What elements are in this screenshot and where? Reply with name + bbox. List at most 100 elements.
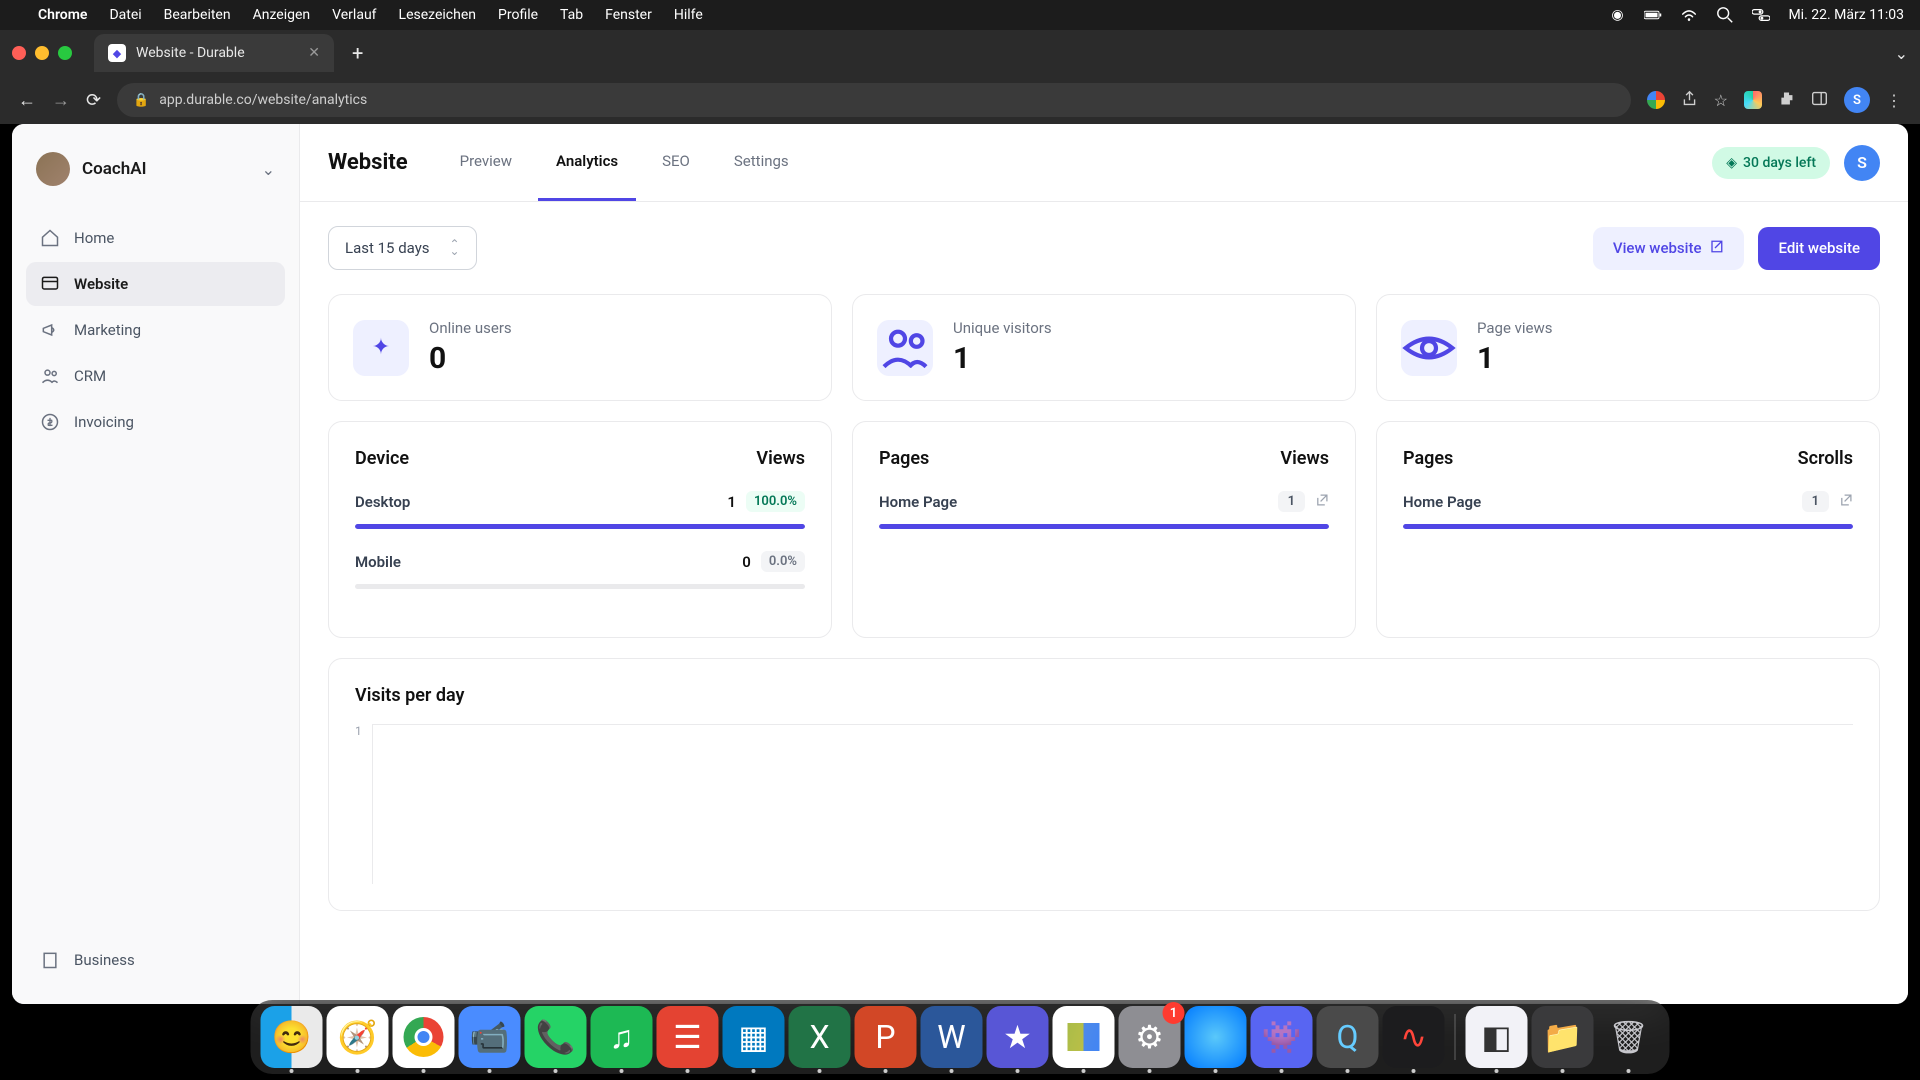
browser-menu-icon[interactable]: ⋮ [1886,91,1902,110]
record-icon[interactable]: ◉ [1608,6,1626,24]
dock-chrome[interactable] [393,1006,455,1068]
new-tab-button[interactable]: + [344,37,371,69]
dock-app-white[interactable]: ◧ [1466,1006,1528,1068]
address-bar[interactable]: 🔒 app.durable.co/website/analytics [117,83,1631,117]
dock-word[interactable]: W [921,1006,983,1068]
kpi-unique-visitors: Unique visitors 1 [852,294,1356,401]
sidebar-item-label: CRM [74,367,106,385]
extensions-icon[interactable] [1778,90,1795,111]
external-link-icon[interactable] [1315,493,1329,511]
menu-profile[interactable]: Profile [498,7,538,23]
date-range-label: Last 15 days [345,239,430,257]
dock-discord[interactable]: 👾 [1251,1006,1313,1068]
sidebar-item-label: Home [74,229,114,247]
maximize-window-button[interactable] [58,46,72,60]
kpi-value: 1 [1477,341,1553,376]
dock-spotify[interactable]: ♫ [591,1006,653,1068]
menu-datei[interactable]: Datei [109,7,141,23]
dock-trash[interactable]: 🗑 [1598,1006,1660,1068]
main-content: Website Preview Analytics SEO Settings ◈… [300,124,1908,1004]
reload-button[interactable]: ⟳ [86,90,101,111]
trial-badge[interactable]: ◈ 30 days left [1712,147,1830,179]
workspace-switcher[interactable]: CoachAI ⌄ [26,144,285,194]
external-link-icon[interactable] [1839,493,1853,511]
sidebar-item-business[interactable]: Business [26,938,285,982]
control-center-icon[interactable] [1752,6,1770,24]
lock-icon: 🔒 [133,93,149,108]
dock-todoist[interactable]: ☰ [657,1006,719,1068]
dock-safari[interactable]: 🧭 [327,1006,389,1068]
menu-lesezeichen[interactable]: Lesezeichen [399,7,476,23]
sidebar-item-website[interactable]: Website [26,262,285,306]
dock-imovie[interactable]: ★ [987,1006,1049,1068]
menu-bearbeiten[interactable]: Bearbeiten [164,7,231,23]
view-website-button[interactable]: View website [1593,227,1745,270]
battery-icon[interactable] [1644,6,1662,24]
google-icon[interactable] [1647,91,1665,109]
dock-voice-memos[interactable]: ∿ [1383,1006,1445,1068]
tab-preview[interactable]: Preview [442,124,530,201]
tab-title: Website - Durable [136,45,245,61]
edit-website-button[interactable]: Edit website [1758,227,1880,270]
card-head-b: Views [756,448,805,469]
visits-chart-card: Visits per day 1 [328,658,1880,911]
menu-fenster[interactable]: Fenster [605,7,652,23]
website-icon [40,274,60,294]
browser-tab[interactable]: ◆ Website - Durable ✕ [94,34,334,72]
pages-views-card: Pages Views Home Page 1 [852,421,1356,638]
user-avatar[interactable]: S [1844,145,1880,181]
dock-excel[interactable]: X [789,1006,851,1068]
forward-button[interactable]: → [52,90,70,111]
menubar-app-name[interactable]: Chrome [38,7,87,23]
sidebar-item-home[interactable]: Home [26,216,285,260]
dock-badge: 1 [1163,1002,1185,1024]
sidebar-item-label: Website [74,275,128,293]
dock-whatsapp[interactable]: 📞 [525,1006,587,1068]
menu-verlauf[interactable]: Verlauf [332,7,376,23]
bookmark-icon[interactable]: ☆ [1714,91,1728,110]
chart-title: Visits per day [355,685,1853,706]
dock-app-teal[interactable] [1185,1006,1247,1068]
menubar-datetime[interactable]: Mi. 22. März 11:03 [1788,7,1904,23]
sidebar-item-marketing[interactable]: Marketing [26,308,285,352]
device-name: Mobile [355,553,732,571]
page-title: Website [328,150,408,175]
menu-tab[interactable]: Tab [560,7,583,23]
kpi-label: Unique visitors [953,319,1052,337]
date-range-select[interactable]: Last 15 days ⌃⌄ [328,226,477,270]
page-row: Home Page 1 [1403,491,1853,529]
kpi-online-users: ✦ Online users 0 [328,294,832,401]
profile-avatar[interactable]: S [1844,87,1870,113]
dock-finder[interactable]: 😊 [261,1006,323,1068]
dock-powerpoint[interactable]: P [855,1006,917,1068]
close-window-button[interactable] [12,46,26,60]
dock-folder[interactable]: 📁 [1532,1006,1594,1068]
tab-seo[interactable]: SEO [644,124,708,201]
kpi-page-views: Page views 1 [1376,294,1880,401]
sidebar-item-invoicing[interactable]: Invoicing [26,400,285,444]
device-pct: 0.0% [761,551,805,572]
device-count: 1 [727,493,736,511]
device-pct: 100.0% [746,491,805,512]
external-link-icon [1709,239,1724,258]
back-button[interactable]: ← [18,90,36,111]
wifi-icon[interactable] [1680,6,1698,24]
dock-trello[interactable]: ▦ [723,1006,785,1068]
dock-quicktime[interactable]: Q [1317,1006,1379,1068]
tab-analytics[interactable]: Analytics [538,124,636,201]
sidepanel-icon[interactable] [1811,90,1828,111]
crm-icon [40,366,60,386]
sidebar-item-crm[interactable]: CRM [26,354,285,398]
tab-overflow-icon[interactable]: ⌄ [1895,44,1908,63]
dock-settings[interactable]: ⚙1 [1119,1006,1181,1068]
minimize-window-button[interactable] [35,46,49,60]
menu-anzeigen[interactable]: Anzeigen [253,7,311,23]
dock-zoom[interactable]: 📹 [459,1006,521,1068]
menu-hilfe[interactable]: Hilfe [674,7,703,23]
dock-drive[interactable] [1053,1006,1115,1068]
tab-settings[interactable]: Settings [716,124,807,201]
close-tab-icon[interactable]: ✕ [308,45,320,61]
share-icon[interactable] [1681,90,1698,111]
search-icon[interactable] [1716,6,1734,24]
extension-color-icon[interactable] [1744,91,1762,109]
